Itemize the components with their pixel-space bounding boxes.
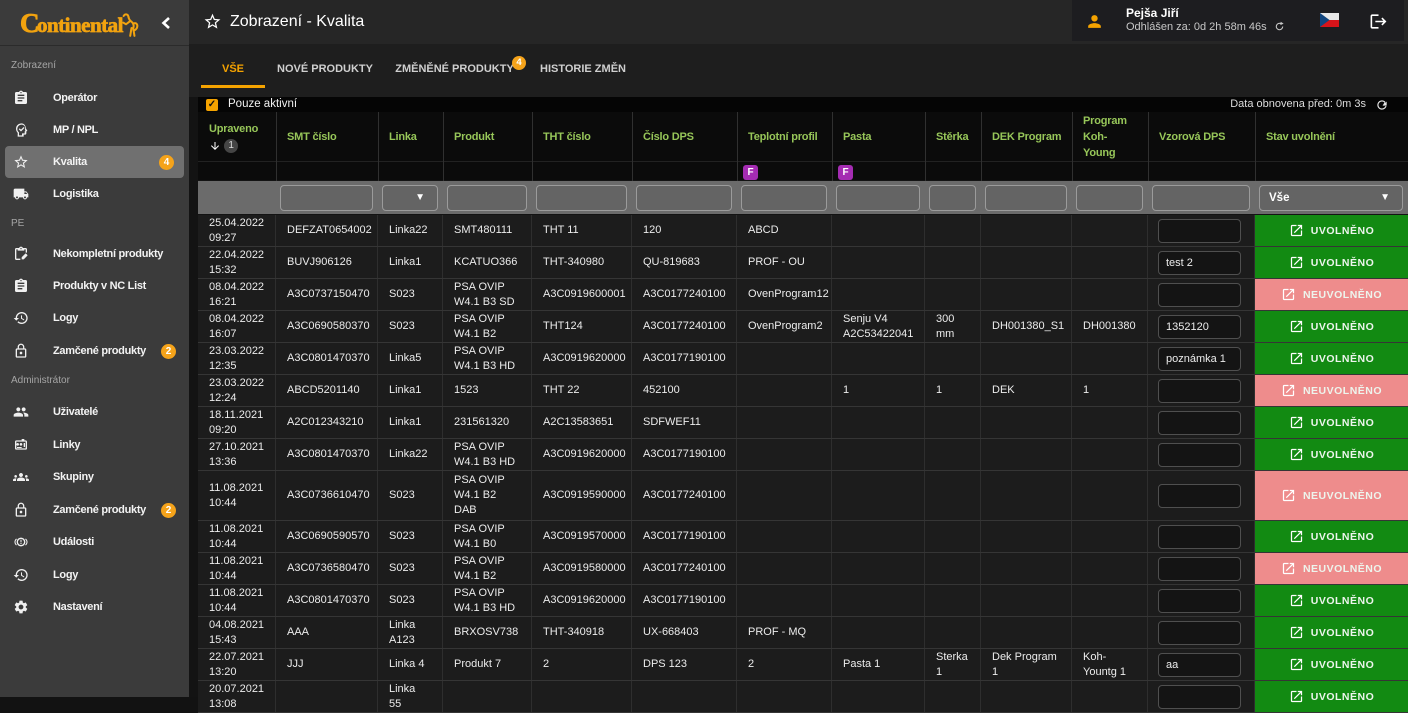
svg-text:ontinental: ontinental: [37, 13, 124, 37]
